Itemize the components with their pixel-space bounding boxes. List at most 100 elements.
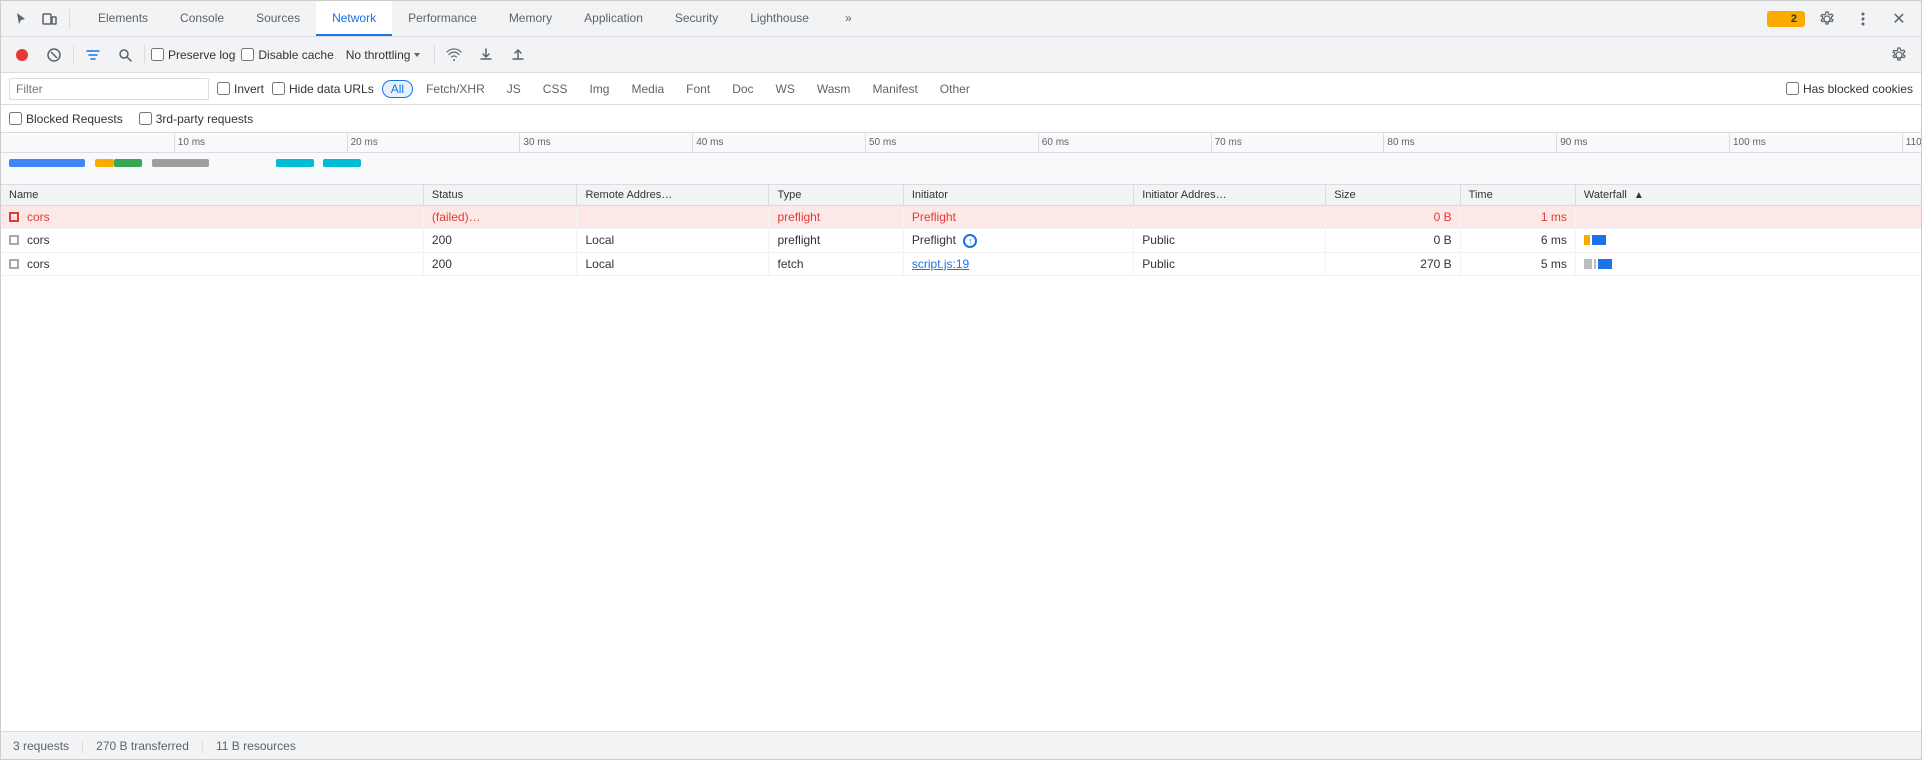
tabs-container: Elements Console Sources Network Perform… xyxy=(82,1,868,36)
timeline-bar-teal-1 xyxy=(276,159,314,167)
hide-data-urls-checkbox[interactable] xyxy=(272,82,285,95)
ruler-marks: 10 ms 20 ms 30 ms 40 ms 50 ms 60 ms 70 m… xyxy=(1,133,1921,152)
chip-doc[interactable]: Doc xyxy=(723,80,762,98)
chip-other[interactable]: Other xyxy=(931,80,979,98)
has-blocked-cookies-label[interactable]: Has blocked cookies xyxy=(1786,82,1913,96)
tab-bar: Elements Console Sources Network Perform… xyxy=(1,1,1921,37)
chip-manifest[interactable]: Manifest xyxy=(863,80,926,98)
row-3-status: 200 xyxy=(423,252,577,275)
network-table-scroll[interactable]: Name Status Remote Addres… Type Initiato… xyxy=(1,185,1921,731)
cursor-icon[interactable] xyxy=(9,7,33,31)
tab-performance[interactable]: Performance xyxy=(392,1,493,36)
col-header-initiator[interactable]: Initiator xyxy=(903,185,1133,206)
import-har-button[interactable] xyxy=(473,42,499,68)
chip-font[interactable]: Font xyxy=(677,80,719,98)
row-3-initiator[interactable]: script.js:19 xyxy=(903,252,1133,275)
tab-more[interactable]: » xyxy=(829,1,868,36)
has-blocked-cookies-checkbox[interactable] xyxy=(1786,82,1799,95)
blocked-requests-checkbox[interactable] xyxy=(9,112,22,125)
ruler-70ms: 70 ms xyxy=(1211,133,1242,152)
col-header-remote[interactable]: Remote Addres… xyxy=(577,185,769,206)
settings-button[interactable] xyxy=(1813,5,1841,33)
chip-fetch-xhr[interactable]: Fetch/XHR xyxy=(417,80,494,98)
col-header-type[interactable]: Type xyxy=(769,185,903,206)
row-2-waterfall xyxy=(1575,229,1921,253)
invert-checkbox[interactable] xyxy=(217,82,230,95)
chip-media[interactable]: Media xyxy=(622,80,673,98)
tab-bar-right: 2 ✕ xyxy=(1767,5,1913,33)
col-header-size[interactable]: Size xyxy=(1326,185,1460,206)
wifi-icon[interactable] xyxy=(441,42,467,68)
timeline-bar-blue xyxy=(9,159,85,167)
tab-memory[interactable]: Memory xyxy=(493,1,568,36)
table-row[interactable]: cors 200 Local preflight Preflight ↑ Pub… xyxy=(1,229,1921,253)
preserve-log-checkbox[interactable] xyxy=(151,48,164,61)
row-1-name[interactable]: cors xyxy=(1,206,423,229)
tab-bar-icons xyxy=(9,7,74,31)
disable-cache-checkbox[interactable] xyxy=(241,48,254,61)
filter-chips: All Fetch/XHR JS CSS Img Media Font Doc … xyxy=(382,80,979,98)
chip-wasm[interactable]: Wasm xyxy=(808,80,860,98)
preserve-log-label[interactable]: Preserve log xyxy=(151,48,235,62)
record-button[interactable] xyxy=(9,42,35,68)
third-party-checkbox[interactable] xyxy=(139,112,152,125)
status-resources: 11 B resources xyxy=(216,739,296,753)
waterfall-timeline: 10 ms 20 ms 30 ms 40 ms 50 ms 60 ms 70 m… xyxy=(1,133,1921,185)
row-2-size: 0 B xyxy=(1326,229,1460,253)
row-1-waterfall xyxy=(1575,206,1921,229)
row-2-remote: Local xyxy=(577,229,769,253)
col-header-name[interactable]: Name xyxy=(1,185,423,206)
tab-application[interactable]: Application xyxy=(568,1,659,36)
blocked-requests-label[interactable]: Blocked Requests xyxy=(9,112,123,126)
tab-elements[interactable]: Elements xyxy=(82,1,164,36)
close-devtools-button[interactable]: ✕ xyxy=(1885,5,1913,33)
chip-js[interactable]: JS xyxy=(498,80,530,98)
chip-css[interactable]: CSS xyxy=(534,80,577,98)
chip-img[interactable]: Img xyxy=(580,80,618,98)
tab-lighthouse[interactable]: Lighthouse xyxy=(734,1,825,36)
chip-all[interactable]: All xyxy=(382,80,413,98)
ruler-100ms: 100 ms xyxy=(1729,133,1766,152)
row-3-size: 270 B xyxy=(1326,252,1460,275)
row-1-size: 0 B xyxy=(1326,206,1460,229)
table-row[interactable]: cors 200 Local fetch script.js:19 Public… xyxy=(1,252,1921,275)
filter-input[interactable] xyxy=(9,78,209,100)
tab-console[interactable]: Console xyxy=(164,1,240,36)
ruler-50ms: 50 ms xyxy=(865,133,896,152)
timeline-bar-teal-2 xyxy=(323,159,361,167)
third-party-label[interactable]: 3rd-party requests xyxy=(139,112,253,126)
col-header-status[interactable]: Status xyxy=(423,185,577,206)
table-row[interactable]: cors (failed)… preflight Preflight 0 B 1… xyxy=(1,206,1921,229)
network-settings-button[interactable] xyxy=(1885,41,1913,69)
more-options-button[interactable] xyxy=(1849,5,1877,33)
status-bar: 3 requests | 270 B transferred | 11 B re… xyxy=(1,731,1921,759)
filter-button[interactable] xyxy=(80,42,106,68)
issues-badge[interactable]: 2 xyxy=(1767,11,1805,27)
devtools-panel: Elements Console Sources Network Perform… xyxy=(0,0,1922,760)
tab-network[interactable]: Network xyxy=(316,1,392,36)
tab-security[interactable]: Security xyxy=(659,1,734,36)
row-1-time: 1 ms xyxy=(1460,206,1575,229)
throttle-selector[interactable]: No throttling xyxy=(340,46,429,64)
ruler-20ms: 20 ms xyxy=(347,133,378,152)
search-button[interactable] xyxy=(112,42,138,68)
tab-sources[interactable]: Sources xyxy=(240,1,316,36)
row-2-init-addr: Public xyxy=(1134,229,1326,253)
col-header-init-addr[interactable]: Initiator Addres… xyxy=(1134,185,1326,206)
row-2-name[interactable]: cors xyxy=(1,229,423,253)
device-toggle-icon[interactable] xyxy=(37,7,61,31)
hide-data-urls-label[interactable]: Hide data URLs xyxy=(272,82,374,96)
clear-button[interactable] xyxy=(41,42,67,68)
col-header-waterfall[interactable]: Waterfall ▲ xyxy=(1575,185,1921,206)
table-header-row: Name Status Remote Addres… Type Initiato… xyxy=(1,185,1921,206)
export-har-button[interactable] xyxy=(505,42,531,68)
disable-cache-label[interactable]: Disable cache xyxy=(241,48,333,62)
row-3-name[interactable]: cors xyxy=(1,252,423,275)
chip-ws[interactable]: WS xyxy=(767,80,804,98)
col-header-time[interactable]: Time xyxy=(1460,185,1575,206)
timeline-bar-grey-1 xyxy=(152,159,209,167)
toolbar-sep-3 xyxy=(434,45,435,65)
preflight-icon[interactable]: ↑ xyxy=(963,234,977,248)
ruler-90ms: 90 ms xyxy=(1556,133,1587,152)
invert-label[interactable]: Invert xyxy=(217,82,264,96)
